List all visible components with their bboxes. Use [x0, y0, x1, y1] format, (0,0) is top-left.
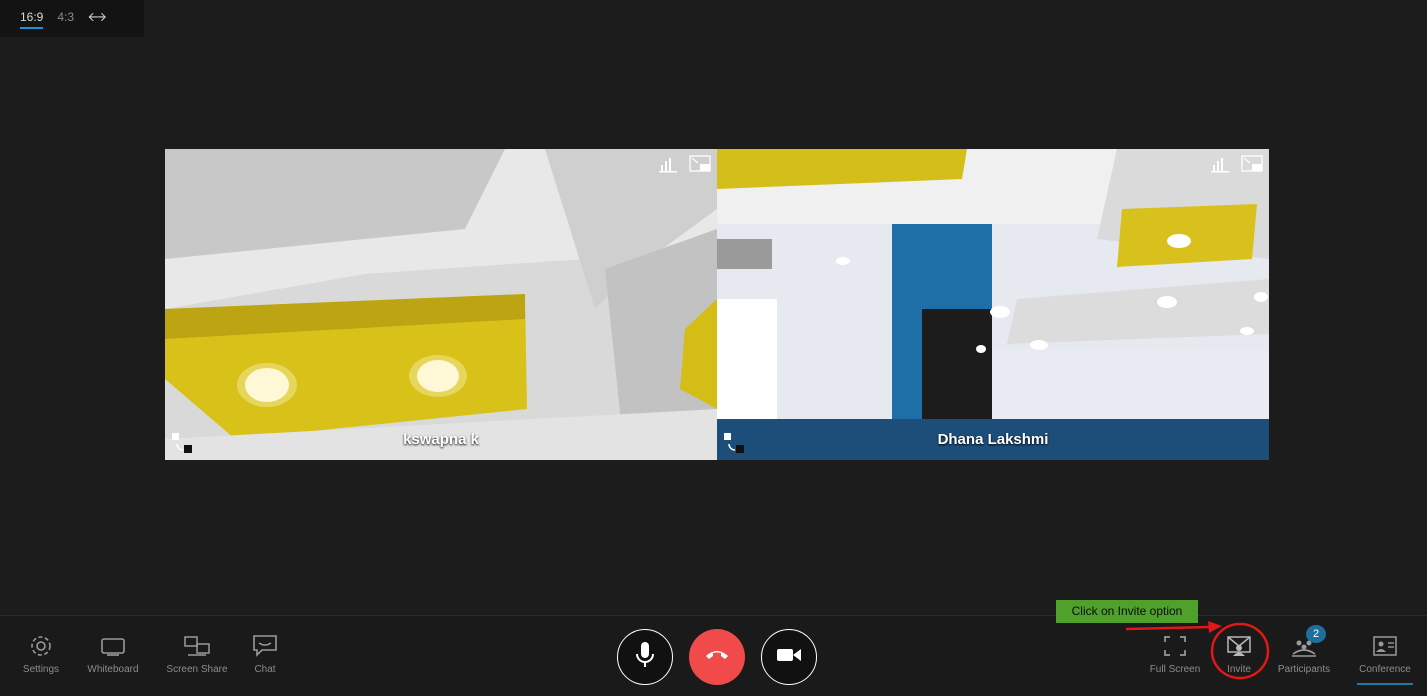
- signal-stats-icon[interactable]: [659, 155, 679, 173]
- swap-arrows-icon[interactable]: 🡨🡪: [88, 8, 106, 29]
- participants-button[interactable]: Participants: [1274, 634, 1334, 675]
- full-screen-label: Full Screen: [1149, 664, 1201, 675]
- full-screen-button[interactable]: Full Screen: [1147, 634, 1203, 675]
- aspect-4-3-option[interactable]: 4:3: [57, 10, 74, 27]
- video-tile-dhana[interactable]: Dhana Lakshmi: [717, 149, 1269, 460]
- gear-icon: [28, 634, 54, 658]
- aspect-ratio-bar: 16:9 4:3 🡨🡪: [0, 0, 144, 37]
- chat-icon: [252, 634, 278, 658]
- video-camera-icon: [776, 647, 802, 668]
- whiteboard-icon: [100, 634, 126, 658]
- aspect-16-9-option[interactable]: 16:9: [20, 10, 44, 29]
- settings-label: Settings: [22, 664, 60, 675]
- whiteboard-label: Whiteboard: [87, 664, 139, 675]
- picture-in-picture-icon[interactable]: [1241, 155, 1263, 173]
- signal-stats-icon[interactable]: [1211, 155, 1231, 173]
- chat-button[interactable]: Chat: [247, 634, 283, 675]
- fullscreen-icon: [1162, 634, 1188, 658]
- whiteboard-button[interactable]: Whiteboard: [84, 634, 142, 675]
- camera-button[interactable]: [761, 629, 817, 685]
- chat-label: Chat: [254, 664, 276, 675]
- participants-count-badge: 2: [1306, 625, 1326, 643]
- microphone-button[interactable]: [617, 629, 673, 685]
- tutorial-arrow-icon: [1126, 621, 1222, 633]
- conference-active-indicator: [1357, 683, 1413, 685]
- participants-label: Participants: [1277, 664, 1331, 675]
- highlight-circle-icon: [1210, 622, 1270, 680]
- screen-share-button[interactable]: Screen Share: [163, 634, 231, 675]
- office-video-feed: [717, 149, 1269, 460]
- screen-share-icon: [184, 634, 210, 658]
- participant-name-label: Dhana Lakshmi: [937, 431, 1049, 448]
- conference-icon: [1372, 634, 1398, 658]
- picture-in-picture-icon[interactable]: [689, 155, 711, 173]
- settings-button[interactable]: Settings: [18, 634, 64, 675]
- microphone-icon: [634, 640, 656, 675]
- participant-name-label: kswapna k: [403, 431, 479, 448]
- hang-up-icon: [705, 648, 729, 667]
- video-tile-kswapna[interactable]: kswapna k: [165, 149, 717, 460]
- conference-button[interactable]: Conference: [1355, 634, 1415, 675]
- conference-label: Conference: [1359, 664, 1411, 675]
- end-call-button[interactable]: [689, 629, 745, 685]
- ceiling-video-feed: [165, 149, 717, 460]
- screen-share-label: Screen Share: [166, 664, 228, 675]
